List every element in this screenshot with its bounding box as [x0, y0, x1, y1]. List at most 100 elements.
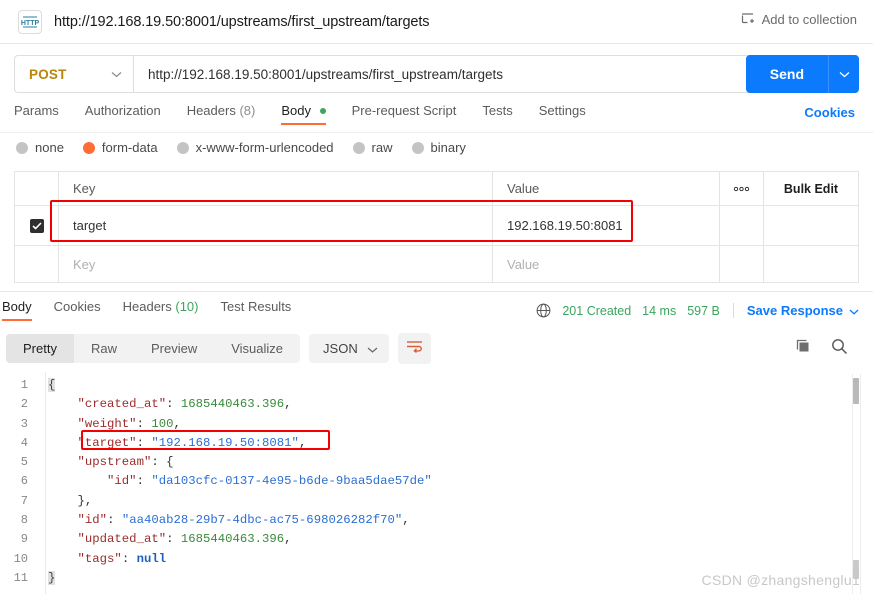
radio-binary-icon	[411, 141, 424, 154]
postman-window: HTTP http://192.168.19.50:8001/upstreams…	[0, 0, 873, 594]
format-tab-visualize[interactable]: Visualize	[214, 334, 300, 363]
tab-settings[interactable]: Settings	[539, 103, 586, 125]
empty-options-cell[interactable]	[720, 246, 764, 282]
tab-body[interactable]: Body	[281, 103, 326, 125]
code-line-number: 4	[20, 435, 28, 450]
checkbox-checked-icon[interactable]	[29, 218, 44, 233]
code-line: 3 "weight": 100,	[0, 415, 873, 434]
body-type-urlencoded-label: x-www-form-urlencoded	[195, 140, 334, 155]
code-line-number: 7	[20, 493, 28, 508]
row-spacer-cell	[764, 206, 858, 245]
code-line-number: 3	[20, 416, 28, 431]
vertical-scrollbar-thumb-secondary[interactable]	[853, 560, 859, 579]
save-response-button[interactable]: Save Response	[747, 303, 859, 318]
tab-tests[interactable]: Tests	[482, 103, 512, 125]
format-tab-raw[interactable]: Raw	[74, 334, 134, 363]
method-label: POST	[29, 66, 67, 82]
tab-params-label: Params	[14, 103, 59, 118]
row-key-input[interactable]: target	[59, 206, 493, 245]
body-type-binary[interactable]: binary	[411, 140, 466, 155]
code-line-text: "updated_at": 1685440463.396,	[77, 532, 292, 547]
response-divider	[0, 291, 873, 292]
globe-icon	[536, 303, 551, 318]
tab-pre-request-script[interactable]: Pre-request Script	[352, 103, 457, 125]
tab-headers-count: (8)	[239, 103, 256, 118]
response-body-viewer[interactable]: 1{2 "created_at": 1685440463.396, 3 "weig…	[0, 372, 873, 594]
add-to-collection-button[interactable]: Add to collection	[740, 12, 857, 27]
form-data-table: Key Value Bulk Edit target 192.168.19.50…	[14, 171, 859, 283]
url-row: POST http://192.168.19.50:8001/upstreams…	[14, 55, 859, 93]
format-tab-group: Pretty Raw Preview Visualize	[6, 334, 301, 363]
response-tab-body[interactable]: Body	[2, 299, 32, 321]
send-group: Send	[745, 55, 859, 93]
chevron-down-icon	[849, 303, 859, 318]
table-options-icon[interactable]	[720, 172, 764, 205]
body-type-x-www-form-urlencoded[interactable]: x-www-form-urlencoded	[176, 140, 334, 155]
empty-checkbox-cell[interactable]	[15, 246, 59, 282]
save-response-label: Save Response	[746, 303, 843, 318]
language-selector[interactable]: JSON	[309, 334, 389, 363]
row-options-cell[interactable]	[720, 206, 764, 245]
body-type-form-data-label: form-data	[101, 140, 158, 155]
bulk-edit-button[interactable]: Bulk Edit	[764, 172, 858, 205]
send-options-button[interactable]	[828, 55, 859, 93]
tab-tests-label: Tests	[482, 103, 513, 118]
response-tab-test-results[interactable]: Test Results	[221, 299, 292, 321]
code-line-number: 11	[13, 570, 28, 585]
body-type-binary-label: binary	[430, 140, 466, 155]
response-actions	[795, 338, 848, 355]
code-line-number: 9	[20, 532, 28, 547]
vertical-scrollbar-thumb[interactable]	[853, 378, 859, 404]
code-line: 9 "updated_at": 1685440463.396,	[0, 530, 873, 549]
response-size: 597 B	[687, 303, 720, 318]
body-type-form-data[interactable]: form-data	[82, 140, 158, 155]
code-line: 11}	[0, 569, 873, 588]
tab-params[interactable]: Params	[14, 103, 59, 125]
empty-key-input[interactable]: Key	[59, 246, 493, 282]
response-tab-test-results-label: Test Results	[220, 299, 292, 314]
code-line-text: }	[48, 570, 56, 585]
svg-text:HTTP: HTTP	[21, 20, 39, 27]
code-line-number: 1	[20, 378, 28, 392]
empty-spacer-cell	[764, 246, 858, 282]
row-checkbox-cell[interactable]	[15, 206, 59, 245]
row-value-input[interactable]: 192.168.19.50:8081	[493, 206, 720, 245]
method-selector[interactable]: POST	[14, 55, 133, 93]
response-tab-body-label: Body	[2, 299, 32, 314]
cookies-link[interactable]: Cookies	[804, 105, 855, 120]
format-tab-pretty[interactable]: Pretty	[6, 334, 74, 363]
response-meta: 201 Created 14 ms 597 B Save Response	[536, 303, 859, 318]
empty-value-input[interactable]: Value	[493, 246, 720, 282]
response-tabs: Body Cookies Headers (10) Test Results	[0, 299, 313, 321]
wrap-lines-button[interactable]	[397, 333, 431, 364]
code-line: 6 "id": "da103cfc-0137-4e95-b6de-9baa5da…	[0, 472, 873, 491]
response-tab-headers-label: Headers	[122, 299, 172, 314]
table-row: target 192.168.19.50:8081	[15, 206, 858, 246]
tab-settings-label: Settings	[538, 103, 586, 118]
top-bar: HTTP http://192.168.19.50:8001/upstreams…	[0, 0, 873, 44]
http-protocol-icon: HTTP	[18, 9, 42, 34]
code-line-number: 10	[13, 551, 28, 566]
body-type-raw[interactable]: raw	[352, 140, 393, 155]
search-icon[interactable]	[831, 338, 848, 355]
response-tab-headers[interactable]: Headers (10)	[123, 299, 199, 321]
tab-authorization[interactable]: Authorization	[85, 103, 161, 125]
format-tab-preview[interactable]: Preview	[134, 334, 214, 363]
body-type-radio-group: none form-data x-www-form-urlencoded raw…	[16, 140, 466, 155]
tab-headers-label: Headers	[186, 103, 236, 118]
copy-icon[interactable]	[795, 338, 812, 355]
add-to-collection-label: Add to collection	[761, 12, 857, 27]
body-type-none[interactable]: none	[16, 140, 64, 155]
send-button[interactable]: Send	[745, 55, 828, 93]
response-tab-headers-count: (10)	[175, 299, 199, 314]
code-line: 8 "id": "aa40ab28-29b7-4dbc-ac75-6980262…	[0, 511, 873, 530]
tab-headers[interactable]: Headers (8)	[187, 103, 256, 125]
code-line-text: "weight": 100,	[77, 416, 181, 431]
response-format-bar: Pretty Raw Preview Visualize JSON	[6, 333, 431, 364]
code-line-text: "created_at": 1685440463.396,	[77, 397, 292, 412]
header-key: Key	[59, 172, 493, 205]
radio-none-icon	[16, 141, 28, 154]
request-tabs: Params Authorization Headers (8) Body Pr…	[0, 103, 873, 133]
code-line-text: "id": "aa40ab28-29b7-4dbc-ac75-698026282…	[77, 513, 410, 528]
response-tab-cookies[interactable]: Cookies	[54, 299, 101, 321]
